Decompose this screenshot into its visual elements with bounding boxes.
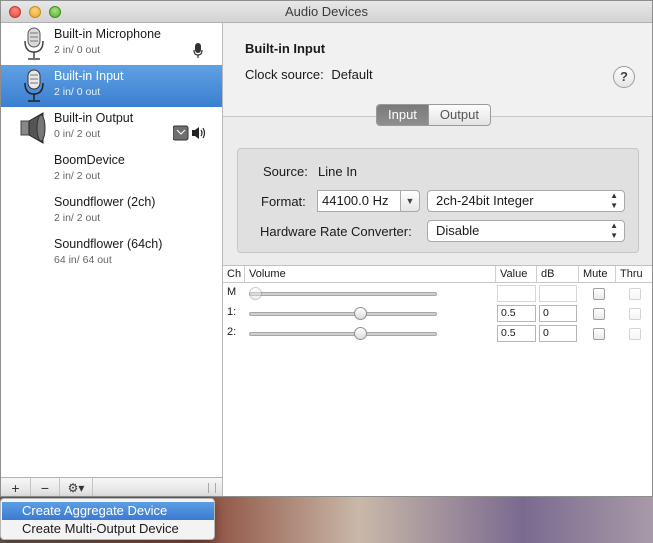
thru-checkbox[interactable] bbox=[629, 308, 641, 320]
sample-rate-dropdown[interactable]: ▼ bbox=[401, 190, 420, 212]
volume-slider-knob[interactable] bbox=[249, 287, 262, 300]
col-db: dB bbox=[537, 266, 579, 282]
volume-slider-track[interactable] bbox=[249, 292, 437, 296]
volume-slider-knob[interactable] bbox=[354, 307, 367, 320]
device-item-built-in-microphone[interactable]: Built-in Microphone 2 in/ 0 out bbox=[1, 23, 222, 65]
db-field[interactable]: 0 bbox=[539, 305, 577, 322]
thru-checkbox[interactable] bbox=[629, 288, 641, 300]
device-detail-pane: Built-in Input Clock source: Default ? I… bbox=[223, 23, 652, 496]
device-io: 64 in/ 64 out bbox=[54, 254, 112, 266]
volume-slider-track[interactable] bbox=[249, 332, 437, 336]
tab-output[interactable]: Output bbox=[427, 105, 490, 125]
clock-source-value: Default bbox=[331, 67, 373, 82]
resize-handle[interactable] bbox=[208, 483, 216, 493]
updown-arrows-icon: ▲ ▼ bbox=[610, 191, 618, 210]
speaker-icon bbox=[20, 112, 46, 144]
device-list-toolbar: + − ⚙▾ bbox=[1, 477, 223, 496]
db-field[interactable]: 0 bbox=[539, 325, 577, 342]
col-ch: Ch bbox=[223, 266, 245, 282]
device-name: Built-in Microphone bbox=[54, 27, 161, 41]
thru-checkbox[interactable] bbox=[629, 328, 641, 340]
device-item-soundflower-64ch[interactable]: Soundflower (64ch) 64 in/ 64 out bbox=[1, 233, 222, 275]
hrc-value: Disable bbox=[436, 223, 480, 238]
finder-speaker-icon bbox=[173, 125, 206, 141]
zoom-window-button[interactable] bbox=[49, 6, 61, 18]
menu-item-create-aggregate-device[interactable]: Create Aggregate Device bbox=[2, 502, 214, 520]
device-name: Soundflower (2ch) bbox=[54, 195, 156, 209]
microphone-icon bbox=[24, 69, 44, 102]
mute-checkbox[interactable] bbox=[593, 308, 605, 320]
col-volume: Volume bbox=[245, 266, 496, 282]
channel-label: M bbox=[227, 286, 237, 298]
value-field[interactable]: 0.5 bbox=[497, 325, 536, 342]
device-name: Built-in Input bbox=[54, 69, 124, 83]
device-io: 2 in/ 2 out bbox=[54, 212, 101, 224]
hrc-select[interactable]: Disable ▲ ▼ bbox=[427, 220, 625, 242]
gear-icon: ⚙▾ bbox=[67, 481, 85, 495]
bit-format-select[interactable]: 2ch-24bit Integer ▲ ▼ bbox=[427, 190, 625, 212]
sample-rate-field[interactable]: 44100.0 Hz bbox=[317, 190, 401, 212]
device-name: Soundflower (64ch) bbox=[54, 237, 163, 251]
format-label: Format: bbox=[261, 194, 306, 209]
device-name: Built-in Output bbox=[54, 111, 134, 125]
device-name: BoomDevice bbox=[54, 153, 125, 167]
gear-popup-menu: Create Aggregate Device Create Multi-Out… bbox=[0, 498, 215, 540]
device-item-built-in-input[interactable]: Built-in Input 2 in/ 0 out bbox=[1, 65, 222, 107]
audio-devices-window: Audio Devices Built-in Microphone 2 in/ … bbox=[0, 0, 653, 497]
window-title: Audio Devices bbox=[284, 4, 369, 19]
channel-table: Ch Volume Value dB Mute Thru M 1: 0.5 0 … bbox=[223, 265, 652, 496]
format-group: Source: Line In Format: 44100.0 Hz ▼ 2ch… bbox=[237, 148, 639, 253]
gear-menu-button[interactable]: ⚙▾ bbox=[60, 478, 93, 496]
volume-slider-knob[interactable] bbox=[354, 327, 367, 340]
table-row: M bbox=[223, 284, 652, 304]
hrc-label: Hardware Rate Converter: bbox=[260, 224, 412, 239]
device-io: 2 in/ 0 out bbox=[54, 86, 101, 98]
menu-item-create-multi-output-device[interactable]: Create Multi-Output Device bbox=[2, 520, 214, 538]
table-header: Ch Volume Value dB Mute Thru bbox=[223, 266, 652, 283]
remove-device-button[interactable]: − bbox=[31, 478, 60, 496]
col-thru: Thru bbox=[620, 268, 643, 280]
microphone-icon bbox=[24, 27, 44, 60]
input-output-tabs: Input Output bbox=[376, 104, 491, 126]
channel-label: 2: bbox=[227, 326, 237, 338]
minimize-window-button[interactable] bbox=[29, 6, 41, 18]
close-window-button[interactable] bbox=[9, 6, 21, 18]
channel-label: 1: bbox=[227, 306, 237, 318]
source-label: Source: bbox=[263, 164, 308, 179]
value-field[interactable] bbox=[497, 285, 536, 302]
microphone-small-icon bbox=[193, 43, 203, 58]
source-value: Line In bbox=[318, 164, 358, 179]
device-io: 2 in/ 0 out bbox=[54, 44, 101, 56]
help-button[interactable]: ? bbox=[613, 66, 635, 88]
device-list: Built-in Microphone 2 in/ 0 out Built-in… bbox=[1, 23, 223, 477]
chevron-down-icon: ▼ bbox=[405, 196, 415, 206]
clock-source-label: Clock source: bbox=[245, 67, 324, 82]
device-item-built-in-output[interactable]: Built-in Output 0 in/ 2 out bbox=[1, 107, 222, 149]
updown-arrows-icon: ▲ ▼ bbox=[610, 221, 618, 240]
mute-checkbox[interactable] bbox=[593, 288, 605, 300]
table-row: 2: 0.5 0 bbox=[223, 324, 652, 344]
tab-input[interactable]: Input bbox=[377, 105, 428, 125]
clock-source: Clock source: Default bbox=[245, 67, 373, 82]
db-field[interactable] bbox=[539, 285, 577, 302]
add-device-button[interactable]: + bbox=[1, 478, 31, 496]
device-io: 2 in/ 2 out bbox=[54, 170, 101, 182]
col-mute: Mute bbox=[579, 266, 616, 282]
device-title: Built-in Input bbox=[245, 41, 326, 56]
title-bar: Audio Devices bbox=[1, 1, 652, 23]
device-item-soundflower-2ch[interactable]: Soundflower (2ch) 2 in/ 2 out bbox=[1, 191, 222, 233]
bit-format-value: 2ch-24bit Integer bbox=[436, 193, 534, 208]
device-item-boomdevice[interactable]: BoomDevice 2 in/ 2 out bbox=[1, 149, 222, 191]
device-header: Built-in Input Clock source: Default ? bbox=[223, 23, 652, 117]
device-io: 0 in/ 2 out bbox=[54, 128, 101, 140]
volume-slider-track[interactable] bbox=[249, 312, 437, 316]
table-row: 1: 0.5 0 bbox=[223, 304, 652, 324]
col-value: Value bbox=[496, 266, 537, 282]
mute-checkbox[interactable] bbox=[593, 328, 605, 340]
value-field[interactable]: 0.5 bbox=[497, 305, 536, 322]
